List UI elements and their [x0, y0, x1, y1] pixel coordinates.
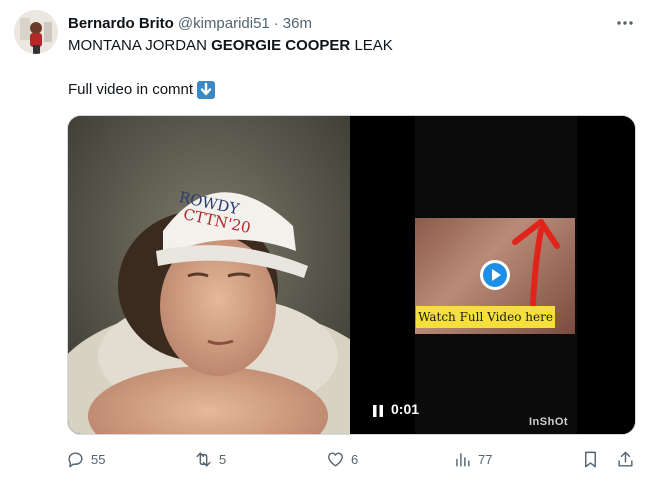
timestamp[interactable]: 36m	[283, 15, 312, 32]
tweet-text-segment: MONTANA JORDAN	[68, 37, 212, 54]
play-icon[interactable]	[479, 259, 511, 291]
photo-image: ROWDY CTTN'20	[68, 116, 388, 434]
media-grid[interactable]: ROWDY CTTN'20 Watch Full Video here 0:01	[67, 115, 636, 435]
views-button[interactable]: 77	[453, 450, 492, 469]
reply-button[interactable]: 55	[66, 450, 105, 469]
down-arrow-emoji-icon	[197, 81, 216, 99]
tweet-text-segment: Full video in comnt	[68, 81, 194, 98]
bookmark-button[interactable]	[581, 450, 600, 469]
tweet-header: Bernardo Brito @kimparidi51 · 36m	[68, 12, 635, 34]
tweet-text-bold-segment: GEORGIE COOPER	[211, 37, 351, 54]
user-handle[interactable]: @kimparidi51	[178, 15, 270, 32]
bar-chart-icon	[456, 453, 470, 467]
repost-button[interactable]: 5	[194, 450, 226, 469]
reply-icon	[68, 452, 83, 468]
reply-count: 55	[91, 452, 106, 467]
tweet-text-line-2: Full video in comnt	[68, 80, 639, 100]
display-name[interactable]: Bernardo Brito	[68, 15, 174, 32]
tweet-text: MONTANA JORDAN GEORGIE COOPER LEAK Full …	[68, 36, 639, 100]
avatar[interactable]	[14, 10, 58, 54]
pause-icon[interactable]	[371, 404, 385, 418]
repost-icon	[196, 452, 211, 467]
like-count: 6	[351, 452, 359, 467]
tweet-text-segment: LEAK	[350, 37, 393, 54]
avatar-image	[14, 10, 58, 54]
watermark-text: InShOt	[529, 416, 569, 428]
share-button[interactable]	[616, 450, 635, 469]
separator-dot: ·	[273, 14, 279, 32]
tweet-card[interactable]: Bernardo Brito @kimparidi51 · 36m MONTAN…	[0, 0, 655, 488]
repost-count: 5	[219, 452, 227, 467]
red-arrow-graphic	[512, 219, 560, 307]
photo-left[interactable]: ROWDY CTTN'20	[68, 116, 388, 434]
video-player[interactable]: Watch Full Video here 0:01 InShOt	[353, 116, 635, 434]
heart-icon	[328, 452, 343, 467]
video-time: 0:01	[391, 401, 420, 417]
like-button[interactable]: 6	[326, 450, 358, 469]
bookmark-icon	[585, 451, 596, 468]
views-count: 77	[478, 452, 493, 467]
action-bar: 55 5 6 77	[66, 450, 639, 472]
more-icon[interactable]	[615, 14, 635, 32]
watch-full-video-banner: Watch Full Video here	[416, 306, 555, 328]
share-icon	[618, 451, 633, 467]
tweet-text-line-1: MONTANA JORDAN GEORGIE COOPER LEAK	[68, 36, 639, 56]
